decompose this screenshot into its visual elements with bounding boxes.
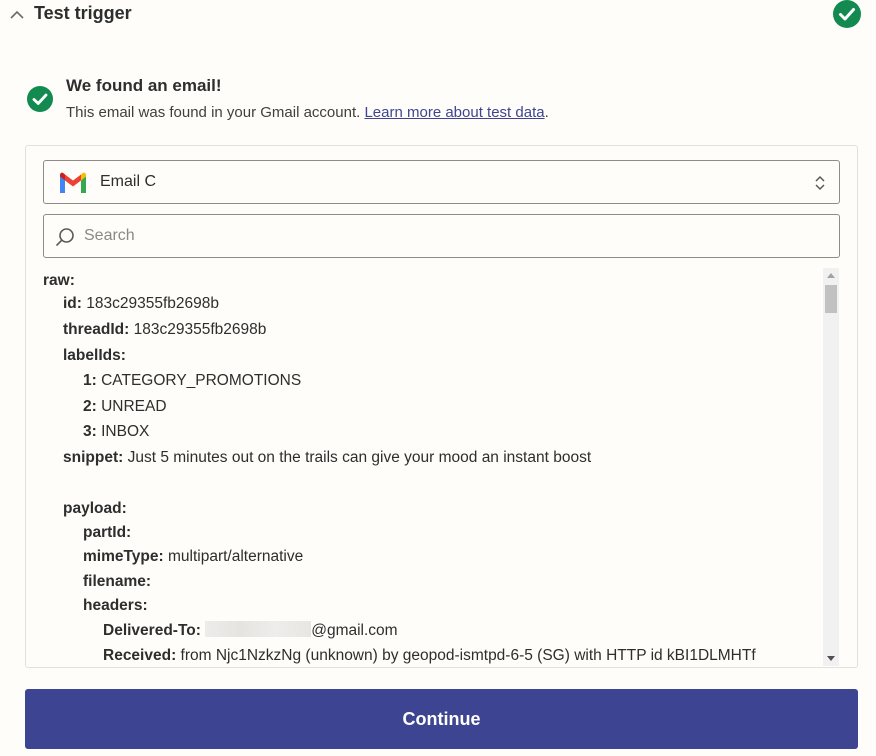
tree-row-partid: partId: [83,522,131,544]
tree-key: raw: [43,272,75,289]
tree-key: id: [63,295,82,312]
tree-key: payload: [63,500,127,517]
search-icon [56,228,74,246]
tree-row-mimetype: mimeType: multipart/alternative [83,546,303,568]
tree-key: filename: [83,573,152,590]
tree-value: @gmail.com [311,622,398,639]
tree-value: from Njc1NzkzNg (unknown) by geopod-ismt… [176,647,756,664]
description-text: This email was found in your Gmail accou… [66,104,365,121]
section-header[interactable]: Test trigger [0,0,876,30]
tree-key: headers: [83,597,148,614]
tree-row-threadid: threadId: 183c29355fb2698b [63,319,266,341]
selected-email: Email C [100,173,157,190]
search-field[interactable] [43,214,840,258]
tree-key: mimeType: [83,548,164,565]
success-check-icon [27,86,53,112]
tree-key: 2: [83,398,97,415]
tree-row-payload: payload: [63,498,127,520]
tree-value: 183c29355fb2698b [129,321,267,338]
chevron-up-icon[interactable] [9,7,25,23]
tree-row-headers: headers: [83,595,148,617]
tree-key: Received: [103,647,177,664]
description-suffix: . [544,104,549,121]
found-email-description: This email was found in your Gmail accou… [66,104,549,121]
gmail-icon [60,172,86,193]
email-select[interactable]: Email C [43,160,840,204]
tree-scrollbar[interactable] [823,268,839,666]
tree-value: CATEGORY_PROMOTIONS [96,372,302,389]
tree-key: 3: [83,423,97,440]
continue-button[interactable]: Continue [25,689,858,749]
tree-value: UNREAD [96,398,167,415]
tree-row-label-3: 3: INBOX [83,421,149,443]
scrollbar-thumb[interactable] [825,285,837,313]
tree-row-snippet: snippet: Just 5 minutes out on the trail… [63,447,591,469]
select-arrows-icon [815,175,825,191]
tree-key: 1: [83,372,97,389]
found-email-title: We found an email! [66,76,222,95]
tree-row-label-1: 1: CATEGORY_PROMOTIONS [83,370,301,392]
redacted-block [205,621,312,637]
section-title: Test trigger [34,3,132,23]
tree-row-id: id: 183c29355fb2698b [63,293,219,315]
search-input[interactable] [84,224,824,248]
data-tree: raw: id: 183c29355fb2698b threadId: 183c… [43,268,821,666]
scroll-down-arrow-icon[interactable] [827,656,835,661]
tree-value: multipart/alternative [163,548,304,565]
tree-row-delivered-to: Delivered-To: @gmail.com [103,620,398,642]
tree-key: threadId: [63,321,130,338]
tree-row-raw: raw: [43,270,75,292]
tree-value: INBOX [96,423,150,440]
tree-value: Just 5 minutes out on the trails can giv… [123,449,592,466]
tree-key: labelIds: [63,347,126,364]
tree-value: 183c29355fb2698b [81,295,219,312]
tree-key: partId: [83,524,132,541]
tree-row-label-2: 2: UNREAD [83,396,167,418]
tree-key: snippet: [63,449,124,466]
tree-key: Delivered-To: [103,622,201,639]
tree-row-received: Received: from Njc1NzkzNg (unknown) by g… [103,645,756,666]
tree-row-labelids: labelIds: [63,345,126,367]
check-circle-icon [833,0,861,28]
learn-more-link[interactable]: Learn more about test data [364,104,544,121]
tree-row-filename: filename: [83,571,151,593]
scroll-up-arrow-icon[interactable] [827,273,835,278]
